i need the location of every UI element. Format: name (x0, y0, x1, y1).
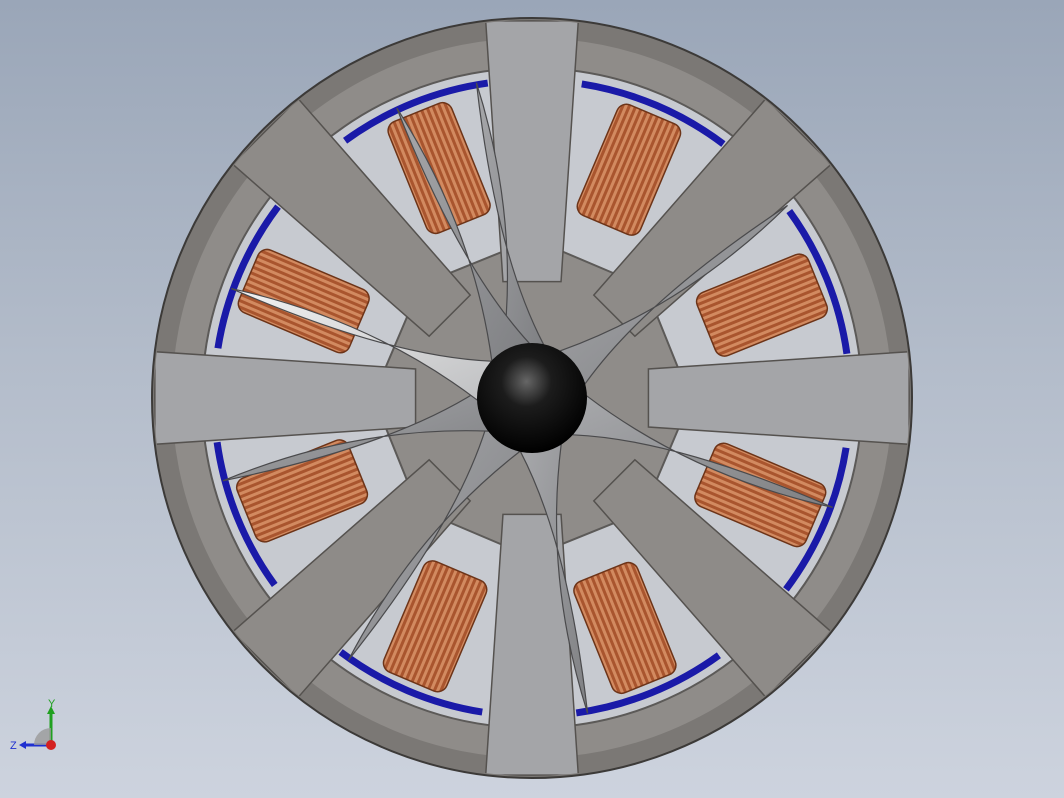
z-axis-label: Z (10, 740, 17, 752)
z-axis-arrow (19, 741, 26, 749)
motor-3d-model[interactable] (0, 0, 1064, 798)
rotor-hub[interactable] (477, 343, 587, 453)
y-axis-label: Y (48, 698, 56, 710)
orientation-triad[interactable]: Y Z (8, 698, 68, 758)
x-axis-dot (46, 740, 56, 750)
graphics-viewport[interactable]: Y Z (0, 0, 1064, 798)
